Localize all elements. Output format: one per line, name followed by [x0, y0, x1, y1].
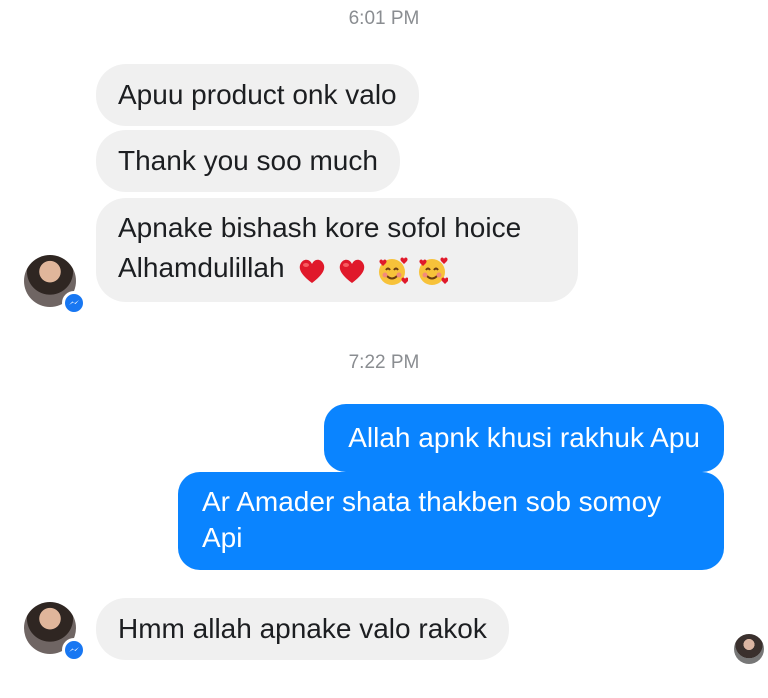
message-text: Allah apnk khusi rakhuk Apu	[348, 422, 700, 453]
message-text: Ar Amader shata thakben sob somoy	[202, 486, 662, 517]
message-text: Apuu product onk valo	[118, 79, 397, 110]
message-text: Apnake bishash kore sofol hoice	[118, 212, 522, 243]
timestamp: 6:01 PM	[348, 8, 420, 29]
incoming-message[interactable]: Thank you soo much	[96, 130, 400, 192]
smiling-face-with-hearts-icon	[416, 255, 449, 287]
message-text: Thank you soo much	[118, 145, 378, 176]
heart-emoji-icon	[336, 255, 368, 287]
incoming-message[interactable]: Apuu product onk valo	[96, 64, 419, 126]
messenger-badge-icon	[62, 291, 86, 315]
timestamp: 7:22 PM	[348, 352, 420, 373]
message-text: Api	[202, 522, 243, 553]
seen-avatar	[734, 634, 764, 664]
incoming-message[interactable]: Apnake bishash kore sofol hoice Alhamdul…	[96, 198, 578, 302]
messenger-badge-icon	[62, 638, 86, 662]
incoming-message[interactable]: Hmm allah apnake valo rakok	[96, 598, 509, 660]
message-text: Alhamdulillah	[118, 252, 285, 283]
sender-avatar[interactable]	[24, 255, 86, 315]
heart-emoji-icon	[296, 255, 328, 287]
outgoing-message[interactable]: Ar Amader shata thakben sob somoy Api	[178, 472, 724, 570]
emoji-group	[296, 252, 449, 288]
sender-avatar[interactable]	[24, 602, 86, 662]
outgoing-message[interactable]: Allah apnk khusi rakhuk Apu	[324, 404, 724, 472]
message-text: Hmm allah apnake valo rakok	[118, 613, 487, 644]
smiling-face-with-hearts-icon	[376, 255, 409, 287]
